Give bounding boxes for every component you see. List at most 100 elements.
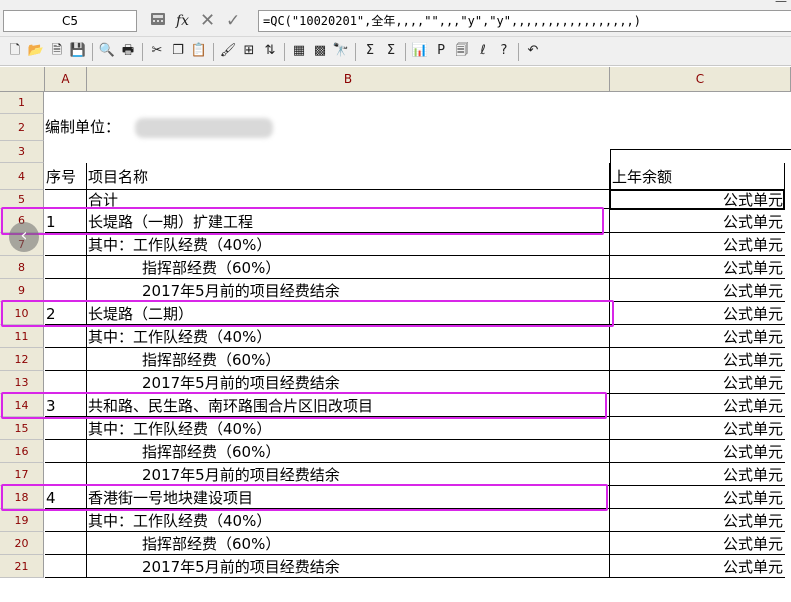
insert-cells-icon[interactable]: ⊞	[240, 42, 258, 60]
row-header[interactable]: 1	[0, 92, 44, 114]
cell-b[interactable]: 香港街一号地块建设项目	[87, 486, 610, 509]
cell-c[interactable]: 公式单元	[610, 555, 785, 578]
cell-c[interactable]: 公式单元	[610, 486, 785, 509]
row-header[interactable]: 21	[0, 555, 44, 578]
cell-b[interactable]: 其中：工作队经费（40%）	[87, 417, 610, 440]
row-header[interactable]: 9	[0, 279, 44, 302]
row-header[interactable]: 2	[0, 114, 44, 141]
row-header[interactable]: 10	[0, 302, 44, 325]
cell-a[interactable]: 3	[45, 394, 87, 417]
undo-icon[interactable]: ↶	[524, 42, 542, 60]
new-file-icon[interactable]: 🗋	[6, 42, 24, 60]
cell-a[interactable]	[45, 141, 87, 163]
formula-input[interactable]: =QC("10020201",全年,,,,"",,,"y","y",,,,,,,…	[258, 10, 791, 32]
cell-b[interactable]: 共和路、民生路、南环路围合片区旧改项目	[87, 394, 610, 417]
cell-b[interactable]: 长堤路（一期）扩建工程	[87, 209, 610, 233]
row-header[interactable]: 14	[0, 394, 44, 417]
cell-c[interactable]	[610, 141, 785, 163]
grid-icon[interactable]: ▦	[290, 42, 308, 60]
cell-a[interactable]	[45, 190, 87, 209]
column-header-b[interactable]: B	[87, 67, 610, 92]
cell-a[interactable]	[45, 463, 87, 486]
row-header[interactable]: 12	[0, 348, 44, 371]
cell-a[interactable]	[45, 92, 87, 114]
cell-a[interactable]	[45, 532, 87, 555]
cell-c[interactable]	[610, 92, 785, 114]
cell-a[interactable]	[45, 371, 87, 394]
row-header[interactable]: 13	[0, 371, 44, 394]
cell-c[interactable]: 公式单元	[610, 209, 785, 233]
cell-c[interactable]: 公式单元	[610, 233, 785, 256]
row-header[interactable]: 16	[0, 440, 44, 463]
chart-icon[interactable]: 📊	[411, 42, 429, 60]
find-icon[interactable]: 🔭	[332, 42, 350, 60]
cell-c[interactable]: 公式单元	[610, 302, 785, 325]
cell-a[interactable]	[45, 417, 87, 440]
format-painter-icon[interactable]: 🖌	[219, 42, 237, 60]
cell-b[interactable]: 项目名称	[87, 163, 610, 190]
row-header[interactable]: 17	[0, 463, 44, 486]
cell-b[interactable]: 其中：工作队经费（40%）	[87, 325, 610, 348]
cell-a[interactable]	[45, 256, 87, 279]
cell-c[interactable]: 公式单元	[610, 256, 785, 279]
cell-b[interactable]: 2017年5月前的项目经费结余	[87, 463, 610, 486]
cancel-x-icon[interactable]: ✕	[200, 10, 215, 32]
cell-b[interactable]: 2017年5月前的项目经费结余	[87, 371, 610, 394]
copy-icon[interactable]: ❐	[169, 42, 187, 60]
cut-icon[interactable]: ✂	[148, 42, 166, 60]
cell-b[interactable]: 指挥部经费（60%）	[87, 348, 610, 371]
row-header[interactable]: 3	[0, 141, 44, 163]
cell-b[interactable]: 指挥部经费（60%）	[87, 440, 610, 463]
column-header-c[interactable]: C	[610, 67, 791, 92]
row-header[interactable]: 5	[0, 190, 44, 209]
cell-c[interactable]: 上年余额	[610, 163, 785, 190]
cell-a[interactable]	[45, 279, 87, 302]
nav-back-icon[interactable]: ‹	[9, 222, 39, 252]
cell-c[interactable]: 公式单元	[610, 325, 785, 348]
sort-icon[interactable]: ⇅	[261, 42, 279, 60]
fx-icon[interactable]: fx	[176, 10, 189, 32]
calculator-icon[interactable]	[150, 10, 166, 32]
cell-c[interactable]: 公式单元	[610, 463, 785, 486]
log-icon[interactable]: ℓ	[474, 42, 492, 60]
print-icon[interactable]: 🖶	[119, 42, 137, 60]
open-doc-icon[interactable]: 🗎	[48, 42, 66, 60]
row-header[interactable]: 11	[0, 325, 44, 348]
cell-b[interactable]	[87, 141, 610, 163]
cell-c[interactable]: 公式单元	[610, 279, 785, 302]
row-header[interactable]: 15	[0, 417, 44, 440]
cell-reference-box[interactable]: C5	[3, 10, 137, 32]
bold-p-icon[interactable]: P	[432, 42, 450, 60]
cell-c[interactable]: 公式单元	[610, 394, 785, 417]
cell-a[interactable]	[45, 555, 87, 578]
paste-icon[interactable]: 📋	[190, 42, 208, 60]
cell-c[interactable]: 公式单元	[610, 509, 785, 532]
cell-a[interactable]	[45, 233, 87, 256]
cell-a[interactable]	[45, 509, 87, 532]
confirm-check-icon[interactable]: ✓	[226, 10, 240, 32]
cell-a[interactable]: 编制单位：	[45, 114, 610, 141]
cell-a[interactable]	[45, 348, 87, 371]
cell-c[interactable]: 公式单元	[610, 348, 785, 371]
row-header[interactable]: 19	[0, 509, 44, 532]
cell-c[interactable]: 公式单元	[610, 371, 785, 394]
cell-c[interactable]: 公式单元	[610, 417, 785, 440]
cell-a[interactable]	[45, 440, 87, 463]
row-header[interactable]: 20	[0, 532, 44, 555]
row-header[interactable]: 8	[0, 256, 44, 279]
cell-b[interactable]: 其中：工作队经费（40%）	[87, 509, 610, 532]
cell-a[interactable]: 2	[45, 302, 87, 325]
cell-b[interactable]: 长堤路（二期）	[87, 302, 610, 325]
row-header[interactable]: 18	[0, 486, 44, 509]
cell-a[interactable]: 4	[45, 486, 87, 509]
sum-icon[interactable]: Σ	[361, 42, 379, 60]
cell-c[interactable]	[610, 114, 785, 141]
open-folder-icon[interactable]: 📂	[27, 42, 45, 60]
cell-a[interactable]: 1	[45, 209, 87, 233]
page-icon[interactable]: 🗐	[453, 42, 471, 60]
cell-b[interactable]: 2017年5月前的项目经费结余	[87, 279, 610, 302]
cell-a[interactable]: 序号	[45, 163, 87, 190]
select-all-corner[interactable]	[0, 67, 45, 92]
sum-rows-icon[interactable]: Σ	[382, 42, 400, 60]
pattern-icon[interactable]: ▩	[311, 42, 329, 60]
